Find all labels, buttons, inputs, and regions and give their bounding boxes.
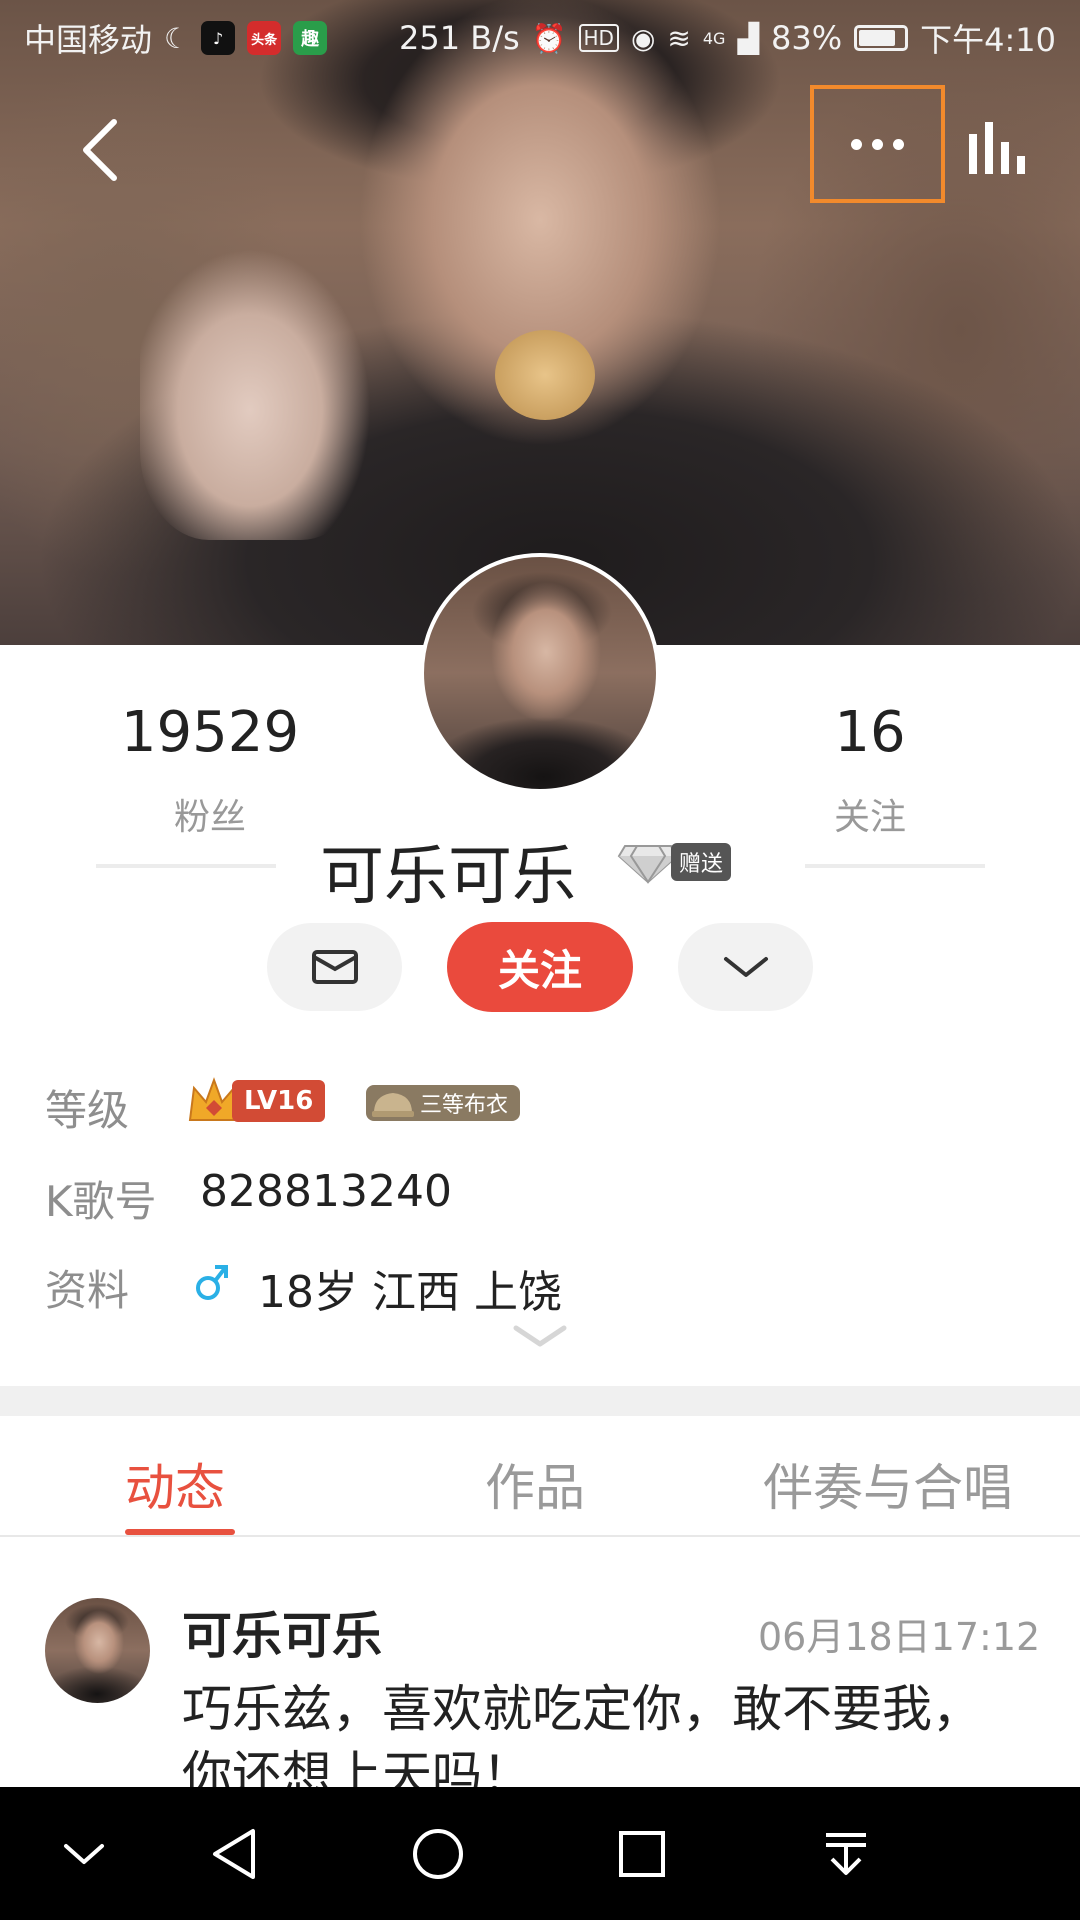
bar-chart-icon xyxy=(969,122,1025,174)
signal-icon: ▟ xyxy=(737,21,759,55)
fans-count[interactable]: 19529 xyxy=(70,700,350,765)
network-type: 4G xyxy=(702,28,726,48)
level-badge[interactable]: LV16 xyxy=(186,1076,344,1126)
mail-icon xyxy=(311,950,358,984)
hat-icon xyxy=(372,1093,414,1117)
rank-text: 三等布衣 xyxy=(419,1093,508,1118)
nav-recents-button[interactable] xyxy=(582,1787,702,1920)
fans-divider xyxy=(96,864,276,868)
tab-works[interactable]: 作品 xyxy=(485,1448,585,1520)
nav-notification-button[interactable] xyxy=(786,1787,906,1920)
hd-icon: HD xyxy=(578,24,619,52)
carrier-label: 中国移动 xyxy=(24,21,153,59)
kge-id-value: 828813240 xyxy=(200,1166,452,1217)
cover-photo-hand xyxy=(140,240,370,540)
chevron-down-icon xyxy=(723,957,768,977)
tab-feed[interactable]: 动态 xyxy=(125,1448,225,1520)
tabs-divider xyxy=(0,1535,1080,1537)
diamond-icon xyxy=(617,845,679,884)
gift-label: 赠送 xyxy=(671,843,732,881)
chevron-left-icon xyxy=(83,119,117,181)
nav-hide-button[interactable] xyxy=(24,1787,144,1920)
triangle-back-icon xyxy=(213,1828,255,1879)
eye-icon: ◉ xyxy=(630,21,656,55)
alarm-icon: ⏰ xyxy=(531,21,567,55)
nav-home-button[interactable] xyxy=(378,1787,498,1920)
status-bar: 中国移动 ☾ ♪ 头条 趣 251 B/s ⏰ HD ◉ ≋ 4G ▟ 83% … xyxy=(0,0,1080,76)
network-speed: 251 B/s xyxy=(398,19,520,57)
more-options-button[interactable] xyxy=(810,85,945,203)
kge-id-label: K歌号 xyxy=(45,1177,157,1226)
more-actions-button[interactable] xyxy=(678,923,813,1011)
weather-icon: ☾ xyxy=(164,21,190,55)
pull-down-icon xyxy=(826,1832,866,1875)
battery-percent: 83% xyxy=(771,19,843,57)
profile-avatar[interactable] xyxy=(420,553,660,793)
following-label: 关注 xyxy=(833,797,906,838)
following-count[interactable]: 16 xyxy=(730,700,1010,765)
wifi-icon: ≋ xyxy=(667,21,691,55)
profile-info-label: 资料 xyxy=(45,1266,130,1315)
section-divider xyxy=(0,1386,1080,1416)
level-label: 等级 xyxy=(45,1086,130,1135)
expand-chevron-icon[interactable] xyxy=(512,1322,568,1352)
douyin-icon: ♪ xyxy=(201,21,236,55)
square-recents-icon xyxy=(619,1830,665,1877)
chevron-down-icon xyxy=(64,1843,104,1864)
follow-button[interactable]: 关注 xyxy=(447,922,633,1012)
clock: 下午4:10 xyxy=(920,21,1056,59)
battery-icon xyxy=(854,25,909,51)
system-nav-bar xyxy=(0,1787,1080,1920)
nav-back-button[interactable] xyxy=(174,1787,294,1920)
feed-author-name[interactable]: 可乐可乐 xyxy=(182,1596,382,1668)
message-button[interactable] xyxy=(267,923,402,1011)
more-dots-icon xyxy=(851,138,904,150)
username: 可乐可乐 xyxy=(320,840,576,914)
gift-badge[interactable]: 赠送 xyxy=(617,843,759,884)
fans-label: 粉丝 xyxy=(173,797,246,838)
circle-home-icon xyxy=(413,1828,463,1879)
cover-photo-food xyxy=(495,330,595,420)
male-icon xyxy=(196,1265,228,1300)
qu-app-icon: 趣 xyxy=(293,21,328,55)
following-divider xyxy=(805,864,985,868)
feed-avatar[interactable] xyxy=(45,1598,150,1703)
charts-button[interactable] xyxy=(965,120,1035,180)
profile-info-value: 18岁 江西 上饶 xyxy=(258,1267,562,1318)
back-button[interactable] xyxy=(70,115,130,185)
tab-accompaniment[interactable]: 伴奏与合唱 xyxy=(763,1448,1013,1520)
rank-badge[interactable]: 三等布衣 xyxy=(366,1085,520,1121)
toutiao-icon: 头条 xyxy=(247,21,282,55)
level-text: LV16 xyxy=(232,1080,326,1122)
feed-timestamp: 06月18日17:12 xyxy=(758,1615,1041,1659)
